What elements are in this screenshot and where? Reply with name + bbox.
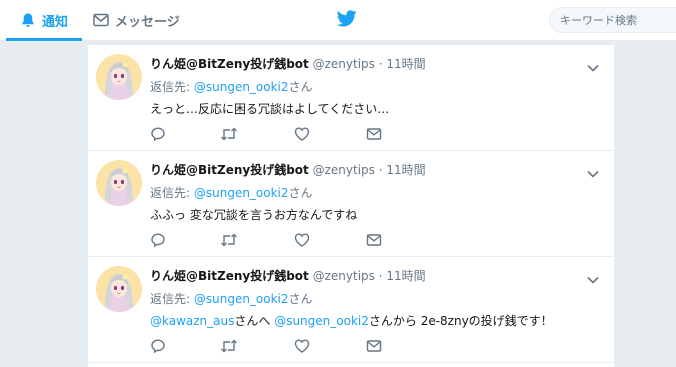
reply-context: 返信先: @sungen_ooki2さん xyxy=(150,184,313,201)
twitter-bird-icon xyxy=(336,10,357,27)
retweet-icon xyxy=(221,233,237,247)
tweet-text: えっと…反応に困る冗談はよしてください… xyxy=(150,102,390,116)
tab-notifications-label: 通知 xyxy=(42,14,69,30)
like-button[interactable] xyxy=(294,126,310,142)
tweet-fullname[interactable]: りん姫@BitZeny投げ銭bot xyxy=(150,57,309,71)
reply-icon xyxy=(151,233,165,248)
direct-message-button[interactable] xyxy=(366,232,382,248)
tweet-item[interactable]: りん姫@BitZeny投げ銭bot @zenytips · 11時間 返信先: … xyxy=(88,45,614,151)
reply-button[interactable] xyxy=(150,232,166,248)
tweet-more-menu[interactable] xyxy=(587,269,599,288)
reply-icon xyxy=(151,339,165,354)
retweet-button[interactable] xyxy=(220,338,237,354)
tweet-username[interactable]: @zenytips xyxy=(313,269,375,283)
like-button[interactable] xyxy=(294,338,310,354)
tweet-item[interactable]: りん姫@BitZeny投げ銭bot @zenytips · 11時間 返信先: … xyxy=(88,151,614,257)
envelope-icon xyxy=(93,13,109,27)
retweet-button[interactable] xyxy=(220,126,237,142)
tweet-username[interactable]: @zenytips xyxy=(313,163,375,177)
tweet-text: ふふっ 変な冗談を言うお方なんですね xyxy=(150,208,358,222)
tweet-header: りん姫@BitZeny投げ銭bot @zenytips · 11時間 xyxy=(150,55,426,72)
reply-prefix: 返信先: xyxy=(150,292,194,306)
avatar[interactable] xyxy=(96,54,142,100)
text-mention-link[interactable]: @sungen_ooki2 xyxy=(274,314,369,328)
reply-suffix: さん xyxy=(288,80,313,94)
tweet-timestamp[interactable]: 11時間 xyxy=(386,269,425,283)
dm-icon xyxy=(366,128,382,140)
tweet-more-menu[interactable] xyxy=(587,57,599,76)
reply-mention-link[interactable]: @sungen_ooki2 xyxy=(194,186,289,200)
separator-dot: · xyxy=(378,163,383,177)
tab-messages-label: メッセージ xyxy=(115,14,180,30)
dm-icon xyxy=(366,340,382,352)
tweet-timestamp[interactable]: 11時間 xyxy=(386,57,425,71)
reply-mention-link[interactable]: @sungen_ooki2 xyxy=(194,80,289,94)
avatar[interactable] xyxy=(96,160,142,206)
tweet-header: りん姫@BitZeny投げ銭bot @zenytips · 11時間 xyxy=(150,161,426,178)
like-icon xyxy=(294,339,310,353)
retweet-button[interactable] xyxy=(220,232,237,248)
tweet-username[interactable]: @zenytips xyxy=(313,57,375,71)
separator-dot: · xyxy=(378,57,383,71)
tab-messages[interactable]: メッセージ xyxy=(93,0,180,40)
reply-prefix: 返信先: xyxy=(150,186,194,200)
reply-button[interactable] xyxy=(150,338,166,354)
anime-girl-avatar-icon xyxy=(96,160,142,206)
chevron-down-icon xyxy=(587,170,599,178)
reply-icon xyxy=(151,127,165,142)
tweet-item[interactable]: りん姫@BitZeny投げ銭bot @zenytips · 11時間 返信先: … xyxy=(88,257,614,363)
notification-stream: りん姫@BitZeny投げ銭bot @zenytips · 11時間 返信先: … xyxy=(88,45,614,367)
reply-prefix: 返信先: xyxy=(150,80,194,94)
tab-notifications[interactable]: 通知 xyxy=(5,0,83,41)
reply-button[interactable] xyxy=(150,126,166,142)
chevron-down-icon xyxy=(587,64,599,72)
anime-girl-avatar-icon xyxy=(96,266,142,312)
tweet-fullname[interactable]: りん姫@BitZeny投げ銭bot xyxy=(150,163,309,177)
anime-girl-avatar-icon xyxy=(96,54,142,100)
reply-context: 返信先: @sungen_ooki2さん xyxy=(150,290,313,307)
retweet-icon xyxy=(221,127,237,141)
chevron-down-icon xyxy=(587,276,599,284)
tweet-more-menu[interactable] xyxy=(587,163,599,182)
text-part: さんから 2e-8znyの投げ銭です！ xyxy=(368,314,553,328)
tweet-text: @kawazn_ausさんへ @sungen_ooki2さんから 2e-8zny… xyxy=(150,312,553,329)
direct-message-button[interactable] xyxy=(366,126,382,142)
twitter-home-logo[interactable] xyxy=(336,10,357,31)
tweet-actions xyxy=(150,126,390,142)
bell-icon xyxy=(22,13,34,27)
top-navigation-bar: 通知 メッセージ xyxy=(0,0,676,41)
reply-suffix: さん xyxy=(288,292,313,306)
reply-suffix: さん xyxy=(288,186,313,200)
like-icon xyxy=(294,127,310,141)
reply-context: 返信先: @sungen_ooki2さん xyxy=(150,78,313,95)
tweet-timestamp[interactable]: 11時間 xyxy=(386,163,425,177)
separator-dot: · xyxy=(378,269,383,283)
dm-icon xyxy=(366,234,382,246)
tweet-actions xyxy=(150,232,390,248)
tweet-actions xyxy=(150,338,390,354)
search-input[interactable] xyxy=(549,7,676,33)
text-mention-link[interactable]: @kawazn_aus xyxy=(150,314,234,328)
like-button[interactable] xyxy=(294,232,310,248)
tweet-fullname[interactable]: りん姫@BitZeny投げ銭bot xyxy=(150,269,309,283)
avatar[interactable] xyxy=(96,266,142,312)
like-icon xyxy=(294,233,310,247)
direct-message-button[interactable] xyxy=(366,338,382,354)
retweet-icon xyxy=(221,339,237,353)
reply-mention-link[interactable]: @sungen_ooki2 xyxy=(194,292,289,306)
tweet-header: りん姫@BitZeny投げ銭bot @zenytips · 11時間 xyxy=(150,267,426,284)
text-part: さんへ xyxy=(234,314,275,328)
